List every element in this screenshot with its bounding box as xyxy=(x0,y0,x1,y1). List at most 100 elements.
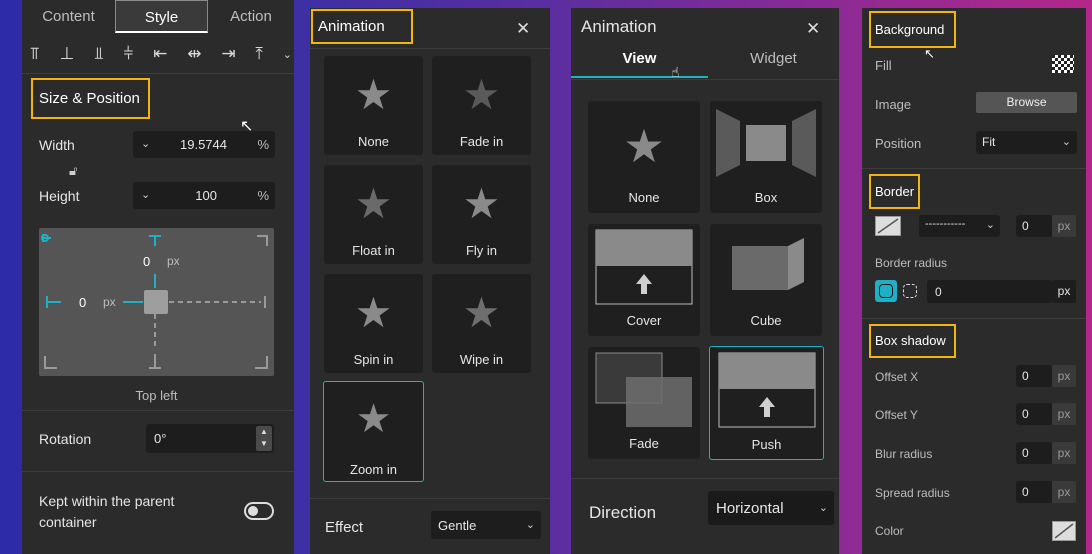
no-color-slash-icon-2 xyxy=(1054,523,1074,539)
rotation-label: Rotation xyxy=(39,431,92,447)
anim-label-float-in: Float in xyxy=(352,243,395,258)
border-width-field[interactable]: 0 xyxy=(1016,215,1052,237)
height-mode-chevron-icon[interactable]: ⌄ xyxy=(141,188,150,201)
offset-x-field[interactable]: 0 xyxy=(1016,365,1052,387)
radius-all-toggle[interactable] xyxy=(875,280,897,302)
view-tile-none[interactable]: ★ None xyxy=(588,101,700,213)
border-radius-value: 0 xyxy=(935,285,942,299)
cover-transition-icon xyxy=(595,229,693,305)
position-anchor-box: 0 px 0 px xyxy=(39,228,274,376)
view-tile-box[interactable]: Box xyxy=(710,101,822,213)
anim-tile-spin-in[interactable]: ★ Spin in xyxy=(324,274,423,373)
top-offset-value[interactable]: 0 xyxy=(143,254,150,269)
position-select[interactable]: Fit ⌄ xyxy=(976,131,1077,154)
no-color-slash-icon xyxy=(877,218,899,234)
position-chevron-icon: ⌄ xyxy=(1061,136,1071,148)
offset-y-unit: px xyxy=(1052,403,1076,425)
anim-tile-none[interactable]: ★ None xyxy=(324,56,423,155)
tab-content[interactable]: Content xyxy=(22,0,115,33)
star-fade-icon: ★ xyxy=(462,71,501,118)
border-style-select[interactable]: ----------- ⌄ xyxy=(919,215,1000,237)
rotation-stepper[interactable]: ▲ ▼ xyxy=(256,426,272,451)
align-top-edge-icon[interactable]: ⤒ xyxy=(255,44,263,64)
kept-within-parent-toggle[interactable] xyxy=(244,502,274,520)
offset-x-label: Offset X xyxy=(875,370,919,384)
border-style-value: ----------- xyxy=(925,218,966,230)
close-icon-2[interactable]: ✕ xyxy=(806,19,820,39)
more-chevron-icon[interactable]: ⌄ xyxy=(283,48,292,61)
offset-y-field[interactable]: 0 xyxy=(1016,403,1052,425)
view-label-fade: Fade xyxy=(629,436,659,451)
view-label-box: Box xyxy=(754,190,778,205)
view-label-push: Push xyxy=(751,437,782,452)
animation-title: Animation xyxy=(311,9,413,44)
border-color-swatch[interactable] xyxy=(875,216,901,236)
blur-radius-unit: px xyxy=(1052,442,1076,464)
border-radius-unit: px xyxy=(1052,280,1076,303)
background-panel: Background ↖ Fill Image Browse Position … xyxy=(862,8,1086,554)
direction-label: Direction xyxy=(589,503,657,522)
animation-panel-2: Animation ✕ View ☝ Widget ★ None Box Cov… xyxy=(571,8,839,554)
animation-panel-1: Animation ✕ ★ None ★ Fade in ★ Float in … xyxy=(310,8,550,554)
view-tile-fade[interactable]: Fade xyxy=(588,347,700,459)
cursor-arrow-icon-2: ↖ xyxy=(924,46,935,61)
height-label: Height xyxy=(39,188,80,204)
tab-view[interactable]: View xyxy=(571,50,708,78)
anim-tile-zoom-in[interactable]: ★ Zoom in xyxy=(323,381,424,482)
anim-label-fade-in: Fade in xyxy=(459,134,504,149)
distribute-vertical-icon[interactable]: ⫩ xyxy=(124,44,134,64)
view-tile-cover[interactable]: Cover xyxy=(588,224,700,336)
align-top-icon[interactable]: ⫪ xyxy=(30,44,40,64)
offset-y-value: 0 xyxy=(1022,407,1029,421)
anim-tile-fly-in[interactable]: ★ Fly in xyxy=(432,165,531,264)
tab-action[interactable]: Action xyxy=(208,0,294,33)
spread-radius-field[interactable]: 0 xyxy=(1016,481,1052,503)
spread-radius-unit: px xyxy=(1052,481,1076,503)
align-right-icon[interactable]: ⇥ xyxy=(221,44,235,64)
height-field[interactable]: ⌄ 100 % xyxy=(133,182,275,209)
align-center-icon[interactable]: ⇹ xyxy=(187,44,201,64)
browse-button[interactable]: Browse xyxy=(976,92,1077,113)
border-radius-field[interactable]: 0 xyxy=(927,280,1052,303)
blur-radius-field[interactable]: 0 xyxy=(1016,442,1052,464)
view-tile-cube[interactable]: Cube xyxy=(710,224,822,336)
shadow-color-swatch[interactable] xyxy=(1052,521,1076,541)
anim-tile-wipe-in[interactable]: ★ Wipe in xyxy=(432,274,531,373)
width-value: 19.5744 xyxy=(180,137,227,152)
tab-widget[interactable]: Widget xyxy=(708,50,839,78)
star-icon: ★ xyxy=(354,71,393,118)
position-label: Position xyxy=(875,136,922,151)
height-value: 100 xyxy=(195,188,217,203)
direction-select[interactable]: Horizontal ⌄ xyxy=(708,491,834,525)
tab-style[interactable]: Style xyxy=(115,0,208,33)
image-label: Image xyxy=(875,97,912,112)
offset-x-unit: px xyxy=(1052,365,1076,387)
fade-transition-icon xyxy=(595,352,692,427)
width-field[interactable]: ⌄ 19.5744 % xyxy=(133,131,275,158)
section-border: Border xyxy=(869,174,920,209)
rotation-field[interactable]: 0° ▲ ▼ xyxy=(146,424,274,453)
left-offset-value[interactable]: 0 xyxy=(79,295,86,310)
fill-swatch[interactable] xyxy=(1052,55,1074,73)
align-middle-icon[interactable]: ⊥ xyxy=(59,44,74,64)
anim-tile-fade-in[interactable]: ★ Fade in xyxy=(432,56,531,155)
border-style-chevron-icon: ⌄ xyxy=(985,219,995,231)
view-label-cube: Cube xyxy=(750,313,782,328)
align-bottom-icon[interactable]: ⫫ xyxy=(94,44,104,64)
kept-within-parent-label: Kept within the parent container xyxy=(39,493,175,530)
view-tile-push[interactable]: Push xyxy=(709,346,824,460)
box-transition-icon xyxy=(716,109,816,177)
anim-tile-float-in[interactable]: ★ Float in xyxy=(324,165,423,264)
radius-individual-toggle[interactable] xyxy=(899,280,921,302)
spread-radius-label: Spread radius xyxy=(875,486,950,500)
shadow-color-label: Color xyxy=(875,524,904,538)
close-icon[interactable]: ✕ xyxy=(516,19,530,39)
direction-chevron-icon: ⌄ xyxy=(818,502,828,514)
align-left-icon[interactable]: ⇤ xyxy=(153,44,167,64)
width-mode-chevron-icon[interactable]: ⌄ xyxy=(141,137,150,150)
direction-value: Horizontal xyxy=(716,500,784,517)
effect-select[interactable]: Gentle ⌄ xyxy=(431,511,541,539)
rotation-value: 0° xyxy=(154,431,167,446)
anim-label-wipe-in: Wipe in xyxy=(459,352,504,367)
lock-aspect-icon[interactable]: 🔓︎ xyxy=(69,163,77,179)
